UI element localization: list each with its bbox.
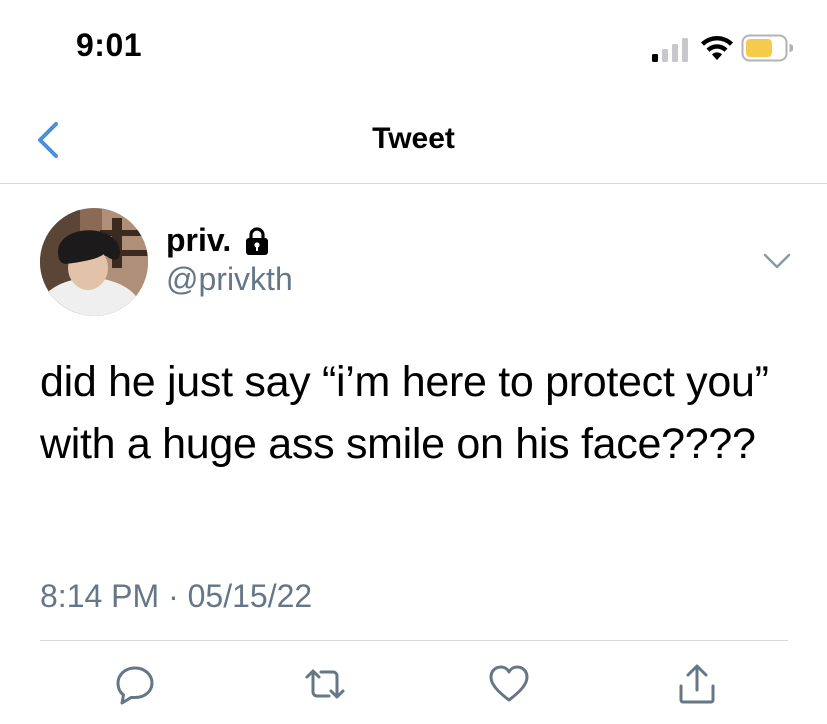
share-button[interactable]	[675, 662, 719, 706]
share-icon	[679, 664, 715, 704]
user-handle[interactable]: @privkth	[166, 261, 293, 297]
reply-button[interactable]	[113, 662, 157, 706]
wifi-icon	[701, 36, 733, 60]
like-button[interactable]	[487, 662, 531, 706]
status-bar: 9:01	[0, 0, 827, 90]
status-time: 9:01	[76, 27, 143, 63]
heart-icon	[489, 665, 529, 702]
tweet-text: did he just say “i’m here to protect you…	[40, 358, 769, 468]
chevron-down-icon[interactable]	[763, 252, 791, 270]
retweet-icon	[305, 669, 345, 699]
display-name[interactable]: priv.	[166, 222, 231, 258]
avatar[interactable]	[40, 208, 148, 316]
page-title: Tweet	[372, 122, 455, 155]
tweet-timestamp: 8:14 PM · 05/15/22	[40, 578, 313, 614]
lock-icon	[246, 227, 268, 255]
content-divider	[40, 640, 788, 641]
retweet-button[interactable]	[303, 662, 347, 706]
header-divider	[0, 183, 827, 184]
battery-icon	[741, 34, 793, 62]
avatar-image	[40, 208, 148, 316]
reply-icon	[116, 666, 154, 705]
cellular-signal-icon	[652, 38, 688, 62]
